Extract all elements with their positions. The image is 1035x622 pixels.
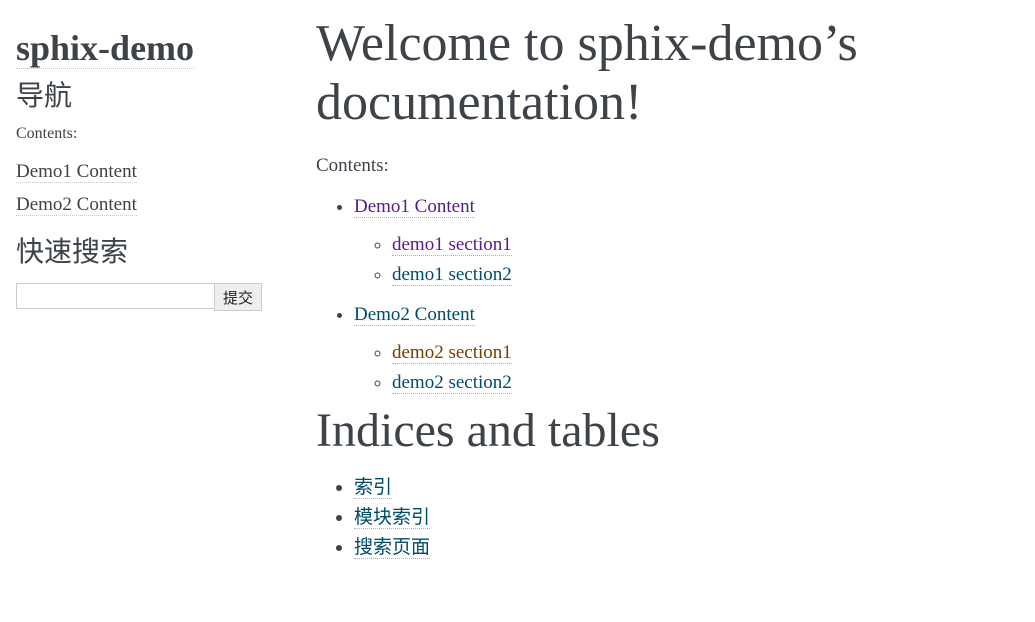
quick-search-heading: 快速搜索: [16, 237, 129, 268]
toc-link-demo2-section2[interactable]: demo2 section2: [392, 372, 512, 394]
search-form: 提交: [16, 283, 271, 311]
sidebar-nav-item: Demo1 Content: [16, 155, 271, 188]
sidebar-contents-caption: Contents:: [16, 125, 78, 142]
page: sphix-demo 导航 Contents: Demo1 Content De…: [0, 0, 1035, 622]
link-general-index[interactable]: 索引: [354, 476, 393, 499]
page-title: Welcome to sphix-demo’s documentation!: [316, 15, 858, 131]
search-submit-button[interactable]: 提交: [214, 283, 263, 311]
toc-caption: Contents:: [316, 155, 389, 176]
sidebar-link-demo1[interactable]: Demo1 Content: [16, 161, 137, 183]
link-search-page[interactable]: 搜索页面: [354, 536, 431, 559]
indices-list: 索引 模块索引 搜索页面: [316, 472, 1016, 562]
navigation-heading: 导航: [16, 81, 73, 112]
toc-link-demo2-section1[interactable]: demo2 section1: [392, 342, 512, 364]
sidebar: sphix-demo 导航 Contents: Demo1 Content De…: [16, 28, 271, 311]
toc-subitem: demo2 section1: [392, 338, 1016, 368]
toc-item: Demo2 Content demo2 section1 demo2 secti…: [354, 300, 1016, 398]
sidebar-nav-item: Demo2 Content: [16, 188, 271, 221]
indices-item: 索引: [354, 472, 1016, 502]
toc-sublist: demo1 section1 demo1 section2: [354, 230, 1016, 290]
toc-item: Demo1 Content demo1 section1 demo1 secti…: [354, 192, 1016, 290]
toc-link-demo1-content[interactable]: Demo1 Content: [354, 196, 475, 218]
toc-subitem: demo1 section1: [392, 230, 1016, 260]
main-content: Welcome to sphix-demo’s documentation! C…: [316, 12, 1016, 562]
sidebar-nav-list: Demo1 Content Demo2 Content: [16, 155, 271, 221]
toc-sublist: demo2 section1 demo2 section2: [354, 338, 1016, 398]
site-logo-link[interactable]: sphix-demo: [16, 28, 195, 69]
toc-list: Demo1 Content demo1 section1 demo1 secti…: [316, 192, 1016, 398]
toc-subitem: demo1 section2: [392, 260, 1016, 290]
link-module-index[interactable]: 模块索引: [354, 506, 431, 529]
toc-link-demo2-content[interactable]: Demo2 Content: [354, 304, 475, 326]
indices-item: 模块索引: [354, 502, 1016, 532]
indices-heading: Indices and tables: [316, 404, 660, 457]
toc-link-demo1-section2[interactable]: demo1 section2: [392, 264, 512, 286]
search-input[interactable]: [16, 283, 214, 309]
sidebar-link-demo2[interactable]: Demo2 Content: [16, 194, 137, 216]
toc-link-demo1-section1[interactable]: demo1 section1: [392, 234, 512, 256]
indices-item: 搜索页面: [354, 532, 1016, 562]
toc-subitem: demo2 section2: [392, 368, 1016, 398]
